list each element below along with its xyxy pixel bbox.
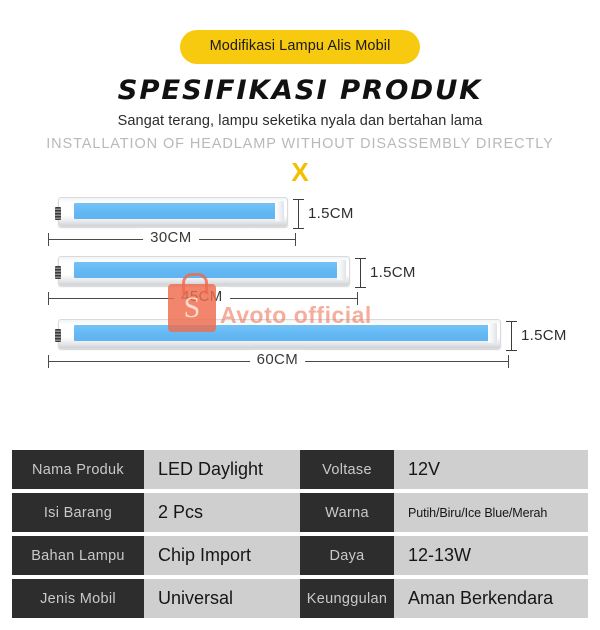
- dimension-tick-right: [357, 291, 358, 305]
- dimension-tick-right: [295, 232, 296, 246]
- x-mark-icon: X: [291, 156, 309, 187]
- height-dimension-60cm: [506, 320, 518, 351]
- spec-value-bahan-lampu: Chip Import: [144, 536, 300, 575]
- led-panel: [74, 324, 489, 341]
- spec-key-keunggulan: Keunggulan: [300, 579, 394, 618]
- length-dimension-60cm: 60CM: [48, 349, 509, 370]
- led-strip-60cm: [55, 318, 501, 349]
- dimension-tick-right: [508, 354, 509, 368]
- dimension-line: [360, 257, 361, 288]
- subtitle-english: INSTALLATION OF HEADLAMP WITHOUT DISASSE…: [46, 135, 554, 152]
- subtitle-indonesian: Sangat terang, lampu seketika nyala dan …: [117, 112, 483, 129]
- length-label-60cm: 60CM: [249, 349, 306, 370]
- spec-value-isi-barang: 2 Pcs: [144, 493, 300, 532]
- spec-value-jenis-mobil: Universal: [144, 579, 300, 618]
- dimension-tick-left: [48, 232, 49, 246]
- dimension-cap-bottom: [355, 286, 366, 288]
- specification-table: Nama Produk LED Daylight Voltase 12V Isi…: [12, 450, 588, 618]
- length-label-30cm: 30CM: [143, 227, 199, 248]
- product-diagram-area: 1.5CM 30CM 1.5CM 45CM 1.5CM 60CM: [0, 191, 600, 396]
- spec-value-daya: 12-13W: [394, 536, 588, 575]
- table-row: Isi Barang 2 Pcs Warna Putih/Biru/Ice Bl…: [12, 493, 588, 532]
- led-strip-45cm: [55, 255, 350, 286]
- height-dimension-45cm: [355, 257, 367, 288]
- badge-container: Modifikasi Lampu Alis Mobil: [0, 30, 600, 64]
- end-cap: [275, 200, 284, 221]
- spec-key-jenis-mobil: Jenis Mobil: [12, 579, 144, 618]
- promo-badge: Modifikasi Lampu Alis Mobil: [179, 30, 421, 64]
- spec-value-voltase: 12V: [394, 450, 588, 489]
- length-dimension-45cm: 45CM: [48, 286, 358, 307]
- spec-key-isi-barang: Isi Barang: [12, 493, 144, 532]
- table-row: Nama Produk LED Daylight Voltase 12V: [12, 450, 588, 489]
- table-row: Bahan Lampu Chip Import Daya 12-13W: [12, 536, 588, 575]
- dimension-cap-top: [293, 198, 304, 200]
- spec-key-warna: Warna: [300, 493, 394, 532]
- height-label-30cm: 1.5CM: [308, 204, 354, 222]
- end-cap: [488, 322, 497, 343]
- table-row: Jenis Mobil Universal Keunggulan Aman Be…: [12, 579, 588, 618]
- connector-plug-icon: [55, 265, 61, 279]
- dimension-cap-top: [355, 257, 366, 259]
- length-dimension-30cm: 30CM: [48, 227, 296, 248]
- led-panel: [74, 261, 338, 278]
- end-cap: [337, 259, 346, 280]
- spec-value-nama-produk: LED Daylight: [144, 450, 300, 489]
- spec-key-voltase: Voltase: [300, 450, 394, 489]
- height-dimension-30cm: [293, 198, 305, 229]
- connector-plug-icon: [55, 328, 61, 342]
- header-block: SPESIFIKASI PRODUK Sangat terang, lampu …: [0, 74, 600, 152]
- spec-key-nama-produk: Nama Produk: [12, 450, 144, 489]
- spec-value-keunggulan: Aman Berkendara: [394, 579, 588, 618]
- spec-key-bahan-lampu: Bahan Lampu: [12, 536, 144, 575]
- spec-key-daya: Daya: [300, 536, 394, 575]
- dimension-tick-left: [48, 291, 49, 305]
- dimension-cap-bottom: [506, 349, 517, 351]
- dimension-tick-left: [48, 354, 49, 368]
- dimension-cap-top: [506, 320, 517, 322]
- height-label-45cm: 1.5CM: [370, 263, 416, 281]
- connector-plug-icon: [55, 206, 61, 220]
- dimension-line: [298, 198, 299, 229]
- height-label-60cm: 1.5CM: [521, 326, 567, 344]
- page-title: SPESIFIKASI PRODUK: [117, 74, 483, 106]
- dimension-line: [511, 320, 512, 351]
- led-strip-30cm: [55, 196, 288, 227]
- led-panel: [74, 202, 276, 219]
- spec-value-warna: Putih/Biru/Ice Blue/Merah: [394, 493, 588, 532]
- length-label-45cm: 45CM: [174, 286, 230, 307]
- dimension-cap-bottom: [293, 227, 304, 229]
